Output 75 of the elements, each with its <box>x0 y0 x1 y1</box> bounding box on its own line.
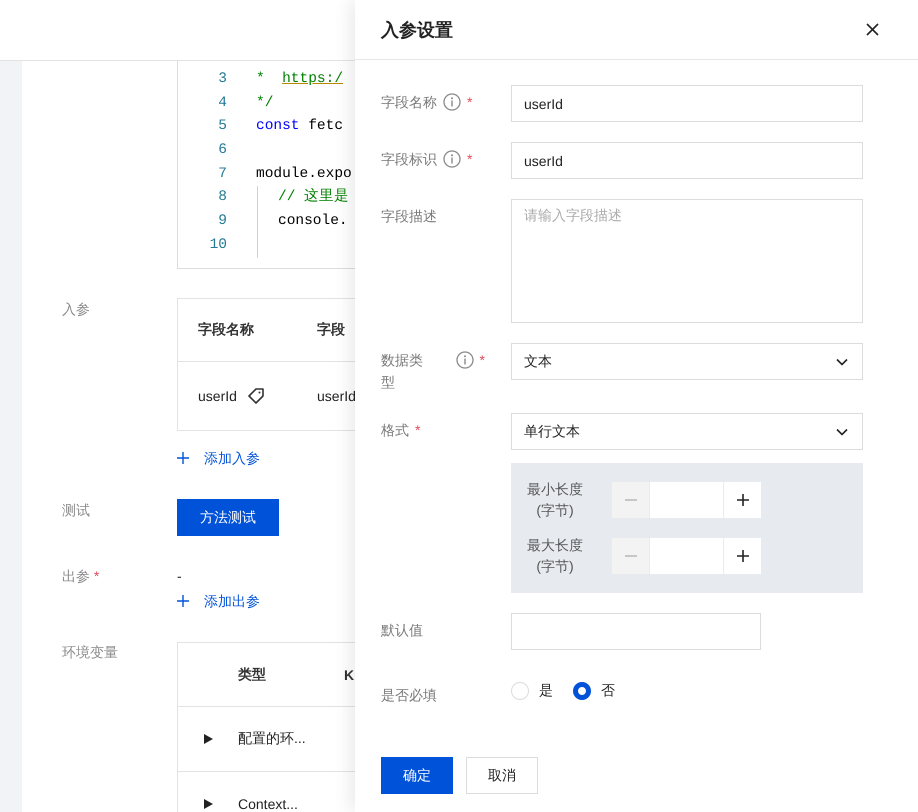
empty-value: - <box>177 567 183 586</box>
required-mark: * <box>415 421 420 439</box>
field-label: 入参 <box>62 300 91 319</box>
expand-icon[interactable] <box>203 798 213 810</box>
minus-icon <box>624 555 636 557</box>
table-cell-text: 配置的环... <box>238 730 307 748</box>
field-label: 字段名称 <box>381 93 437 112</box>
code-token: // 这里是 <box>278 187 350 208</box>
required-mark: * <box>467 150 472 168</box>
number-field[interactable] <box>650 538 723 574</box>
plus-icon <box>736 550 748 562</box>
line-number: 10 <box>208 236 227 255</box>
add-param-link[interactable]: 添加入参 <box>177 448 260 468</box>
add-param-link[interactable]: 添加出参 <box>177 591 260 611</box>
line-number: 4 <box>217 94 227 113</box>
table-cell: userId <box>317 388 355 404</box>
line-number: 8 <box>217 188 227 208</box>
field-label: 环境变量 <box>62 643 119 662</box>
info-icon[interactable] <box>443 93 461 111</box>
chevron-down-icon <box>836 428 848 436</box>
line-number: 6 <box>217 141 227 160</box>
field-label: 测试 <box>62 501 91 520</box>
dialog-button[interactable]: 取消 <box>466 757 538 794</box>
radio-option[interactable]: 是 <box>511 682 553 700</box>
field-label: 格式 <box>381 421 409 440</box>
dialog-button[interactable]: 确定 <box>381 757 453 794</box>
code-token: https:/ <box>282 70 344 89</box>
expand-icon[interactable] <box>203 733 213 745</box>
tag-icon[interactable] <box>246 387 265 405</box>
line-number: 9 <box>217 212 227 232</box>
line-number: 5 <box>217 117 227 136</box>
radio-option[interactable]: 否 <box>573 682 615 700</box>
required-mark: * <box>480 351 485 369</box>
info-icon[interactable] <box>456 351 474 369</box>
select-field[interactable]: 单行文本 <box>511 413 863 450</box>
increment-button[interactable] <box>724 538 761 574</box>
code-token: fetc <box>307 117 344 136</box>
drawer-title: 入参设置 <box>381 18 453 42</box>
field-label: 默认值 <box>381 621 423 640</box>
column-header: K <box>344 666 354 682</box>
field-label: 字段标识 <box>381 150 437 169</box>
plus-icon <box>177 452 189 464</box>
column-header: 字段名称 <box>197 321 255 339</box>
length-label: 最小长度(字节) <box>526 480 584 520</box>
code-token: * <box>256 70 266 89</box>
code-token: console. <box>278 212 348 232</box>
radio-button[interactable] <box>573 682 591 700</box>
text-field[interactable]: userId <box>511 85 863 122</box>
code-token: module.expo <box>256 164 352 184</box>
table-cell: userId <box>198 388 237 404</box>
table-cell-text: Context... <box>238 796 299 812</box>
code-token: */ <box>256 94 274 113</box>
code-token: const <box>256 117 300 136</box>
field-label: 数据类型 <box>381 351 424 392</box>
test-button[interactable]: 方法测试 <box>177 499 279 536</box>
minus-icon <box>624 499 636 501</box>
line-number: 7 <box>217 164 227 184</box>
default-value-field[interactable] <box>511 613 761 650</box>
field-label: 出参 * <box>62 567 100 586</box>
plus-icon <box>736 494 748 506</box>
field-label: 字段描述 <box>381 207 437 226</box>
text-field[interactable]: userId <box>511 142 863 179</box>
info-icon[interactable] <box>443 150 461 168</box>
column-header: 字段 <box>316 321 346 339</box>
length-label: 最大长度(字节) <box>526 536 584 576</box>
plus-icon <box>177 595 189 607</box>
line-number: 3 <box>217 70 227 89</box>
number-field[interactable] <box>650 482 723 518</box>
close-icon[interactable] <box>866 23 879 36</box>
select-field[interactable]: 文本 <box>511 343 863 380</box>
column-header: 类型 <box>238 666 267 684</box>
increment-button[interactable] <box>724 482 761 518</box>
field-label: 是否必填 <box>381 686 437 705</box>
chevron-down-icon <box>836 358 848 366</box>
required-mark: * <box>467 93 472 111</box>
